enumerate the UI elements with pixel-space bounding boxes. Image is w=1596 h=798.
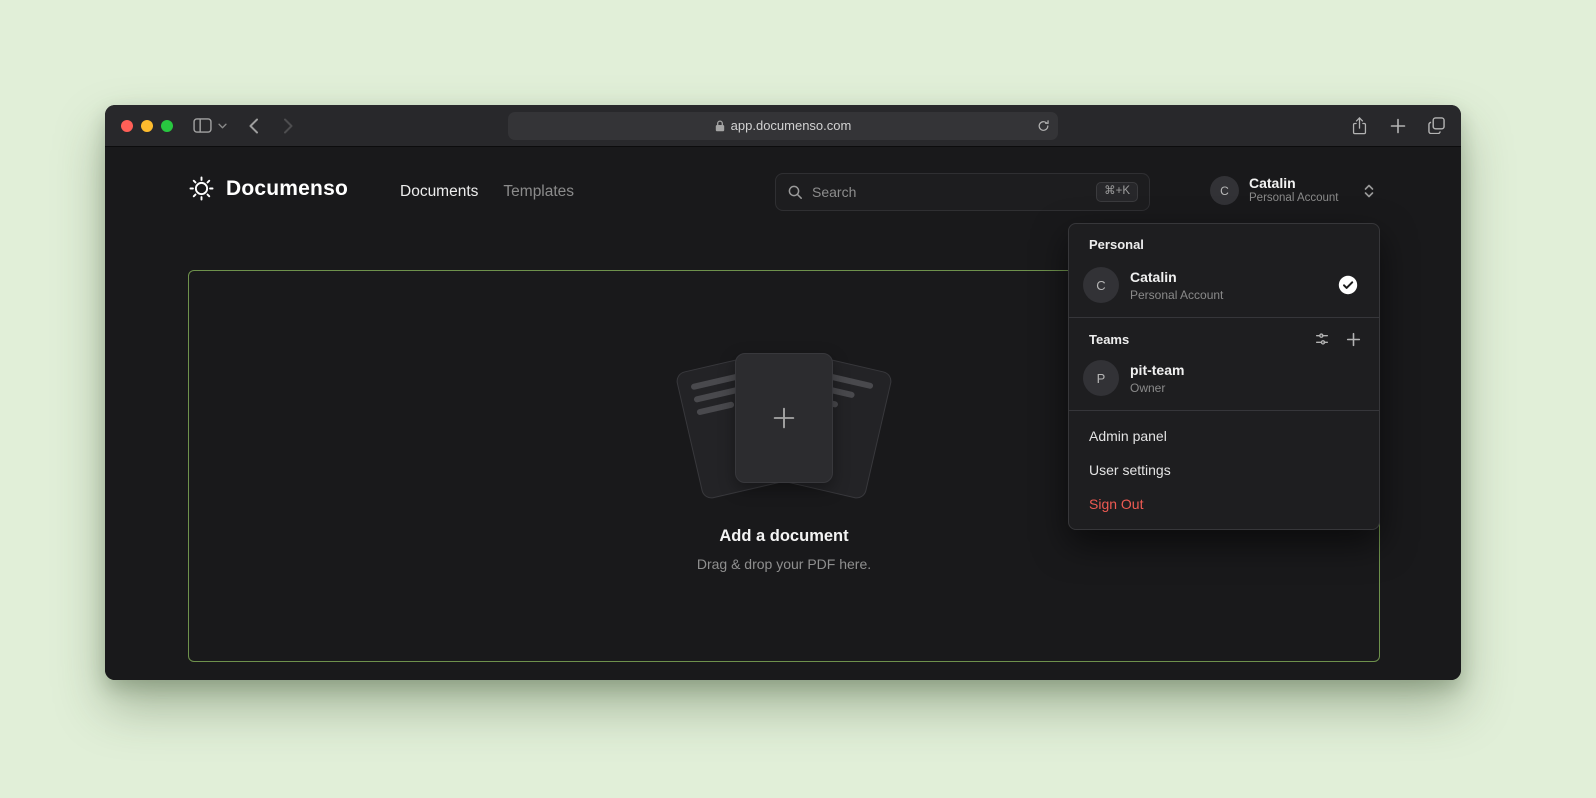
personal-name: Catalin bbox=[1130, 269, 1223, 285]
personal-avatar: C bbox=[1083, 267, 1119, 303]
menu-teams-heading: Teams bbox=[1089, 332, 1129, 347]
menu-personal-heading: Personal bbox=[1069, 234, 1379, 261]
chevron-up-down-icon bbox=[1363, 183, 1375, 199]
tab-overview-icon[interactable] bbox=[1428, 117, 1445, 134]
forward-icon[interactable] bbox=[283, 118, 293, 134]
address-bar[interactable]: app.documenso.com bbox=[508, 112, 1058, 140]
dropzone-subtitle: Drag & drop your PDF here. bbox=[189, 556, 1379, 572]
brand-link[interactable]: Documenso bbox=[188, 175, 348, 202]
account-menu-button[interactable]: C Catalin Personal Account bbox=[1210, 176, 1375, 205]
menu-divider bbox=[1069, 317, 1379, 318]
share-icon[interactable] bbox=[1351, 116, 1368, 136]
team-name: pit-team bbox=[1130, 362, 1184, 378]
documents-illustration bbox=[654, 351, 914, 503]
main-nav: Documents Templates bbox=[400, 183, 574, 201]
illustration-card-center bbox=[735, 353, 833, 483]
add-team-icon[interactable] bbox=[1346, 332, 1361, 347]
team-role: Owner bbox=[1130, 382, 1184, 394]
menu-item-user-settings[interactable]: User settings bbox=[1069, 453, 1379, 487]
team-avatar: P bbox=[1083, 360, 1119, 396]
brand-name: Documenso bbox=[226, 177, 348, 201]
account-subtitle: Personal Account bbox=[1249, 193, 1339, 205]
browser-titlebar: app.documenso.com bbox=[105, 105, 1461, 147]
new-tab-icon[interactable] bbox=[1390, 118, 1406, 134]
toolbar-left bbox=[193, 118, 293, 134]
sidebar-toggle-icon[interactable] bbox=[193, 118, 212, 133]
account-name: Catalin bbox=[1249, 176, 1339, 190]
zoom-button[interactable] bbox=[161, 120, 173, 132]
personal-subtitle: Personal Account bbox=[1130, 289, 1223, 301]
toolbar-right bbox=[1351, 116, 1445, 136]
traffic-lights bbox=[121, 120, 173, 132]
menu-teams-heading-row: Teams bbox=[1069, 326, 1379, 354]
minimize-button[interactable] bbox=[141, 120, 153, 132]
menu-item-sign-out[interactable]: Sign Out bbox=[1069, 487, 1379, 521]
account-meta: Catalin Personal Account bbox=[1249, 176, 1339, 205]
browser-window: app.documenso.com bbox=[105, 105, 1461, 680]
search-icon bbox=[787, 184, 803, 200]
documenso-app: Documenso Documents Templates ⌘+K C Cata… bbox=[105, 147, 1461, 680]
account-dropdown-menu: Personal C Catalin Personal Account Team… bbox=[1068, 223, 1380, 530]
manage-teams-icon[interactable] bbox=[1314, 331, 1330, 347]
plus-icon bbox=[770, 404, 798, 432]
back-icon[interactable] bbox=[249, 118, 259, 134]
search-box: ⌘+K bbox=[775, 173, 1150, 211]
account-avatar: C bbox=[1210, 176, 1239, 205]
close-button[interactable] bbox=[121, 120, 133, 132]
menu-personal-account-item[interactable]: C Catalin Personal Account bbox=[1069, 261, 1379, 309]
nav-templates[interactable]: Templates bbox=[503, 183, 574, 201]
selected-check-icon bbox=[1338, 275, 1358, 295]
menu-team-item[interactable]: P pit-team Owner bbox=[1069, 354, 1379, 402]
address-text: app.documenso.com bbox=[731, 118, 852, 133]
documenso-logo-icon bbox=[188, 175, 215, 202]
refresh-icon[interactable] bbox=[1037, 119, 1050, 132]
search-input[interactable] bbox=[812, 184, 1087, 200]
search-shortcut-badge: ⌘+K bbox=[1096, 182, 1138, 202]
lock-icon bbox=[715, 120, 725, 132]
nav-documents[interactable]: Documents bbox=[400, 183, 478, 201]
menu-item-admin-panel[interactable]: Admin panel bbox=[1069, 419, 1379, 453]
sidebar-chevron-down-icon[interactable] bbox=[218, 123, 227, 129]
menu-divider bbox=[1069, 410, 1379, 411]
